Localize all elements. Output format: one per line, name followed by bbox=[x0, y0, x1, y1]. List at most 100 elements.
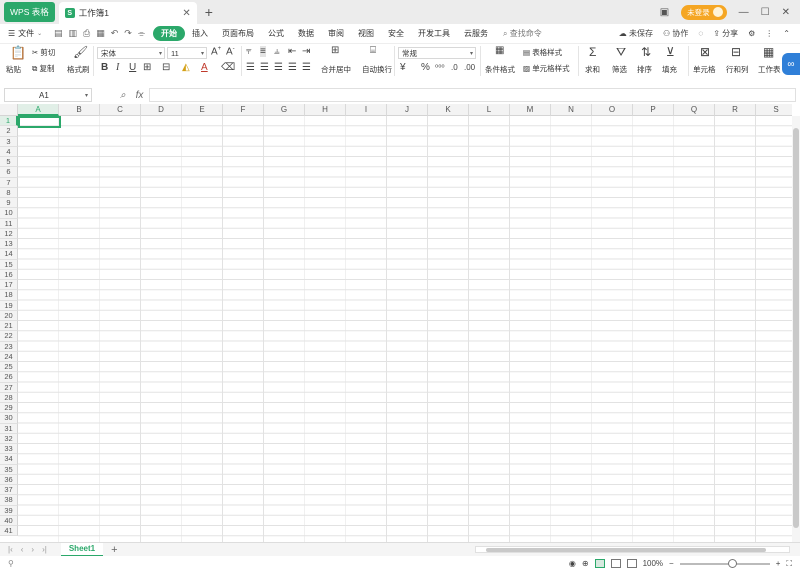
column-header-m[interactable]: M bbox=[510, 104, 551, 116]
sort-icon[interactable]: ⇅ bbox=[641, 45, 651, 59]
row-col-icon[interactable]: ⊟ bbox=[731, 45, 741, 59]
scroll-thumb[interactable] bbox=[793, 128, 799, 528]
row-header-39[interactable]: 39 bbox=[0, 505, 18, 516]
row-header-3[interactable]: 3 bbox=[0, 136, 18, 147]
tab-data[interactable]: 数据 bbox=[291, 28, 321, 39]
column-header-q[interactable]: Q bbox=[674, 104, 715, 116]
indent-decrease-icon[interactable]: ⇤ bbox=[288, 46, 296, 57]
column-header-s[interactable]: S bbox=[756, 104, 792, 116]
decrease-font-icon[interactable]: A- bbox=[226, 46, 235, 57]
filter-icon[interactable]: ⛛ bbox=[616, 45, 626, 60]
zoom-level[interactable]: 100% bbox=[643, 559, 663, 568]
row-header-26[interactable]: 26 bbox=[0, 372, 18, 383]
tab-formulas[interactable]: 公式 bbox=[261, 28, 291, 39]
row-header-12[interactable]: 12 bbox=[0, 228, 18, 239]
column-header-d[interactable]: D bbox=[141, 104, 182, 116]
redo-icon[interactable]: ↷ bbox=[124, 28, 132, 39]
zoom-slider-knob[interactable] bbox=[727, 558, 737, 568]
row-header-18[interactable]: 18 bbox=[0, 290, 18, 301]
column-header-g[interactable]: G bbox=[264, 104, 305, 116]
sort-button[interactable]: 排序 bbox=[637, 64, 652, 75]
borders-icon[interactable]: ⊞ bbox=[143, 62, 151, 73]
column-header-k[interactable]: K bbox=[428, 104, 469, 116]
font-name-select[interactable]: 宋体 ▾ bbox=[97, 47, 165, 59]
prev-sheet-icon[interactable]: ‹ bbox=[21, 545, 24, 554]
clear-format-icon[interactable]: ⌫ bbox=[221, 62, 235, 73]
number-format-select[interactable]: 常规 ▾ bbox=[398, 47, 476, 59]
row-header-7[interactable]: 7 bbox=[0, 177, 18, 188]
tab-page-layout[interactable]: 页面布局 bbox=[215, 28, 261, 39]
column-header-l[interactable]: L bbox=[469, 104, 510, 116]
more-icon[interactable]: ⋮ bbox=[765, 29, 773, 38]
font-size-select[interactable]: 11 ▾ bbox=[167, 47, 207, 59]
fill-icon[interactable]: ⊻ bbox=[666, 45, 675, 59]
increase-font-icon[interactable]: A+ bbox=[211, 46, 221, 57]
horizontal-scrollbar[interactable] bbox=[475, 546, 790, 553]
reading-view-button[interactable] bbox=[626, 559, 637, 568]
row-header-10[interactable]: 10 bbox=[0, 208, 18, 219]
row-header-25[interactable]: 25 bbox=[0, 362, 18, 373]
select-all-corner[interactable] bbox=[0, 104, 18, 116]
row-header-35[interactable]: 35 bbox=[0, 464, 18, 475]
row-header-33[interactable]: 33 bbox=[0, 444, 18, 455]
row-col-button[interactable]: 行和列 bbox=[726, 64, 749, 75]
row-header-17[interactable]: 17 bbox=[0, 280, 18, 291]
row-header-41[interactable]: 41 bbox=[0, 526, 18, 537]
row-header-16[interactable]: 16 bbox=[0, 269, 18, 280]
last-sheet-icon[interactable]: ›| bbox=[42, 545, 47, 554]
share-button[interactable]: ⇪ 分享 bbox=[713, 28, 738, 39]
column-header-p[interactable]: P bbox=[633, 104, 674, 116]
wrap-text-icon[interactable]: ⌸ bbox=[370, 45, 376, 56]
merge-center-button[interactable]: 合并居中 bbox=[321, 64, 351, 75]
row-header-2[interactable]: 2 bbox=[0, 126, 18, 137]
settings-icon[interactable]: ⚙ bbox=[748, 29, 755, 38]
minimize-button[interactable]: — bbox=[739, 7, 749, 18]
fx-icon[interactable]: fx bbox=[136, 90, 144, 101]
justify-icon[interactable]: ☰ bbox=[288, 62, 297, 73]
format-painter-button[interactable]: 格式刷 bbox=[67, 64, 90, 75]
increase-decimal-icon[interactable]: .0 bbox=[451, 63, 458, 72]
row-header-36[interactable]: 36 bbox=[0, 474, 18, 485]
worksheet-button[interactable]: 工作表 bbox=[758, 64, 781, 75]
font-color-icon[interactable]: A bbox=[201, 62, 208, 73]
worksheet-icon[interactable]: ▦ bbox=[763, 45, 774, 59]
row-header-32[interactable]: 32 bbox=[0, 433, 18, 444]
row-header-23[interactable]: 23 bbox=[0, 341, 18, 352]
collapse-ribbon-icon[interactable]: ⌃ bbox=[783, 29, 790, 38]
save-icon[interactable]: ▤ bbox=[54, 28, 63, 39]
align-middle-icon[interactable]: ≡ bbox=[260, 46, 266, 57]
fill-button[interactable]: 填充 bbox=[662, 64, 677, 75]
window-layout-icon[interactable]: ▣ bbox=[660, 7, 669, 18]
tab-review[interactable]: 审阅 bbox=[321, 28, 351, 39]
column-header-j[interactable]: J bbox=[387, 104, 428, 116]
row-header-4[interactable]: 4 bbox=[0, 146, 18, 157]
column-header-e[interactable]: E bbox=[182, 104, 223, 116]
zoom-lookup-icon[interactable]: ⌕ bbox=[120, 90, 126, 101]
column-header-f[interactable]: F bbox=[223, 104, 264, 116]
row-header-40[interactable]: 40 bbox=[0, 515, 18, 526]
active-cell[interactable] bbox=[18, 116, 61, 128]
column-header-n[interactable]: N bbox=[551, 104, 592, 116]
column-header-b[interactable]: B bbox=[59, 104, 100, 116]
scroll-thumb[interactable] bbox=[486, 548, 766, 552]
align-center-icon[interactable]: ☰ bbox=[260, 62, 269, 73]
sheet-tab[interactable]: Sheet1 bbox=[60, 542, 104, 557]
tab-insert[interactable]: 插入 bbox=[185, 28, 215, 39]
formula-input[interactable] bbox=[149, 88, 796, 102]
zoom-slider[interactable] bbox=[679, 558, 770, 568]
zoom-out-button[interactable]: − bbox=[669, 559, 674, 568]
filter-button[interactable]: 筛选 bbox=[612, 64, 627, 75]
row-header-21[interactable]: 21 bbox=[0, 321, 18, 332]
page-break-view-button[interactable] bbox=[610, 559, 621, 568]
add-sheet-button[interactable]: + bbox=[111, 544, 117, 556]
tab-developer[interactable]: 开发工具 bbox=[411, 28, 457, 39]
decrease-decimal-icon[interactable]: .00 bbox=[464, 63, 475, 72]
row-header-11[interactable]: 11 bbox=[0, 218, 18, 229]
merge-center-icon[interactable]: ⊞ bbox=[331, 45, 339, 56]
column-header-a[interactable]: A bbox=[18, 104, 59, 116]
sum-button[interactable]: 求和 bbox=[585, 64, 600, 75]
column-header-r[interactable]: R bbox=[715, 104, 756, 116]
collaborate-button[interactable]: ⚇ 协作 bbox=[663, 28, 688, 39]
login-button[interactable]: 未登录 bbox=[681, 4, 727, 20]
fill-color-icon[interactable]: ◭ bbox=[182, 62, 190, 73]
